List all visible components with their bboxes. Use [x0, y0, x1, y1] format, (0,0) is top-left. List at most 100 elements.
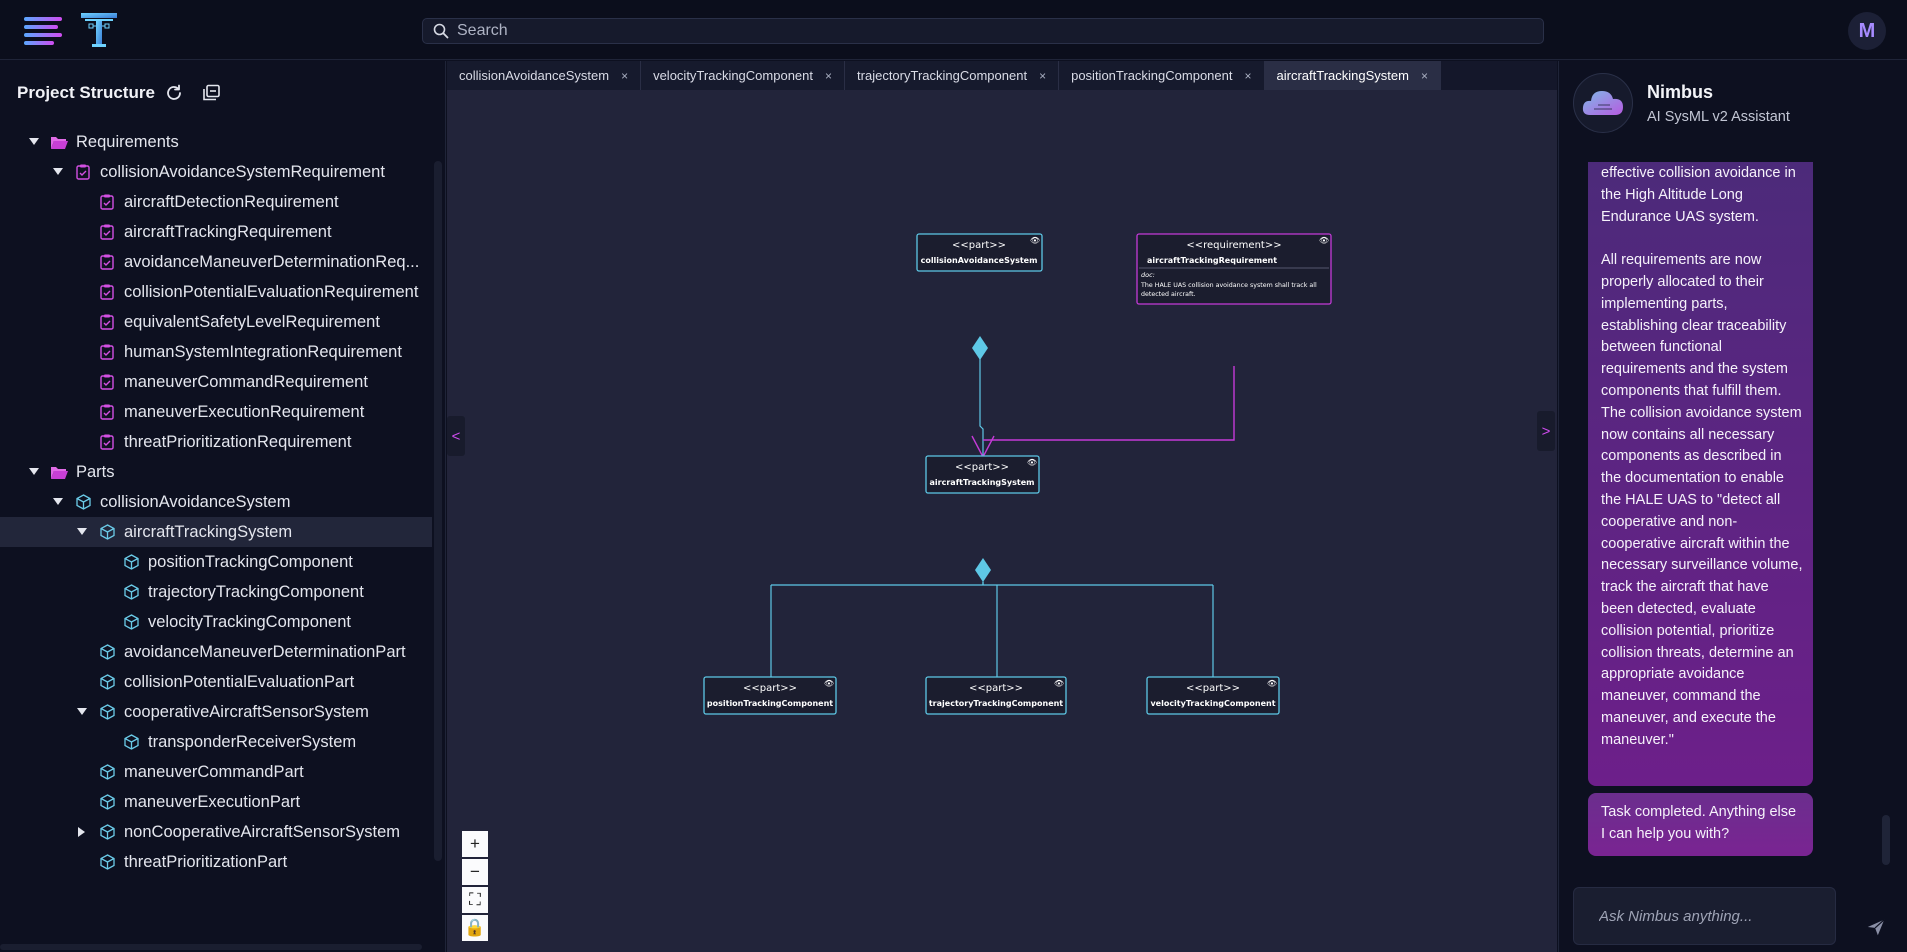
expand-caret-icon[interactable]: [52, 166, 64, 178]
diagram-canvas[interactable]: <<part>> collisionAvoidanceSystem 👁 <<re…: [447, 61, 1557, 952]
diagram-svg[interactable]: <<part>> collisionAvoidanceSystem 👁 <<re…: [447, 61, 1557, 952]
tree-item[interactable]: humanSystemIntegrationRequirement: [0, 337, 432, 367]
folder-open-icon: [50, 463, 68, 481]
tree-item-label: cooperativeAircraftSensorSystem: [124, 702, 369, 721]
tree-item[interactable]: transponderReceiverSystem: [0, 727, 432, 757]
user-avatar[interactable]: M: [1848, 12, 1886, 50]
tree-item[interactable]: avoidanceManeuverDeterminationPart: [0, 637, 432, 667]
part-cube-icon: [98, 703, 116, 721]
tree-item[interactable]: cooperativeAircraftSensorSystem: [0, 697, 432, 727]
tree-item-label: avoidanceManeuverDeterminationReq...: [124, 252, 420, 271]
tree-item[interactable]: aircraftTrackingRequirement: [0, 217, 432, 247]
refresh-icon[interactable]: [165, 84, 183, 102]
tree-item[interactable]: Requirements: [0, 127, 432, 157]
tree-item[interactable]: maneuverCommandPart: [0, 757, 432, 787]
tree-item[interactable]: threatPrioritizationRequirement: [0, 427, 432, 457]
collapse-all-icon[interactable]: [201, 84, 221, 102]
tab-close-icon[interactable]: ×: [1421, 69, 1428, 83]
node-stereotype: <<requirement>>: [1186, 240, 1281, 251]
tree-horizontal-scrollbar[interactable]: [0, 944, 422, 950]
project-structure-panel: Project Structure Requirements collisionA…: [0, 61, 446, 952]
node-velocityTrackingComponent[interactable]: <<part>> velocityTrackingComponent 👁: [1146, 676, 1280, 715]
final-message-text: Task completed. Anything else I can help…: [1601, 804, 1797, 842]
tree-item[interactable]: Parts: [0, 457, 432, 487]
tree-item[interactable]: aircraftDetectionRequirement: [0, 187, 432, 217]
collapse-right-panel-button[interactable]: >: [1537, 411, 1555, 451]
tree-item-label: positionTrackingComponent: [148, 552, 353, 571]
satisfy-edge: [983, 366, 1235, 441]
collapsed-caret-icon[interactable]: [76, 826, 88, 838]
tree-item[interactable]: equivalentSafetyLevelRequirement: [0, 307, 432, 337]
tree-item-label: aircraftTrackingRequirement: [124, 222, 332, 241]
zoom-in-button[interactable]: +: [462, 831, 488, 857]
tree-vertical-scrollbar[interactable]: [434, 161, 442, 861]
tab-velocityTrackingComponent[interactable]: velocityTrackingComponent ×: [641, 61, 846, 90]
node-trajectoryTrackingComponent[interactable]: <<part>> trajectoryTrackingComponent 👁: [925, 676, 1067, 715]
chat-input[interactable]: [1599, 907, 1835, 925]
tree-item[interactable]: collisionPotentialEvaluationRequirement: [0, 277, 432, 307]
send-icon[interactable]: [1865, 916, 1887, 938]
node-stereotype: <<part>>: [1186, 683, 1240, 694]
eye-icon[interactable]: 👁: [1054, 679, 1064, 688]
eye-icon[interactable]: 👁: [1319, 236, 1329, 245]
project-structure-header: Project Structure: [17, 83, 221, 103]
tree-item[interactable]: nonCooperativeAircraftSensorSystem: [0, 817, 432, 847]
assistant-message-text: effective collision avoidance in the Hig…: [1601, 165, 1803, 748]
tab-close-icon[interactable]: ×: [825, 69, 832, 83]
tree-item[interactable]: maneuverExecutionRequirement: [0, 397, 432, 427]
requirement-clipboard-icon: [74, 163, 92, 181]
fit-view-button[interactable]: ⛶: [462, 887, 488, 913]
tree-item[interactable]: velocityTrackingComponent: [0, 607, 432, 637]
tree-item[interactable]: avoidanceManeuverDeterminationReq...: [0, 247, 432, 277]
node-title: trajectoryTrackingComponent: [929, 699, 1063, 708]
tree-item[interactable]: maneuverExecutionPart: [0, 787, 432, 817]
tree-item[interactable]: threatPrioritizationPart: [0, 847, 432, 877]
folder-open-icon: [50, 133, 68, 151]
tab-close-icon[interactable]: ×: [621, 69, 628, 83]
expand-caret-icon[interactable]: [52, 496, 64, 508]
expand-caret-icon[interactable]: [28, 466, 40, 478]
expand-caret-icon[interactable]: [28, 136, 40, 148]
tree-item[interactable]: collisionAvoidanceSystemRequirement: [0, 157, 432, 187]
panel-title: Project Structure: [17, 83, 155, 102]
node-aircraftTrackingSystem[interactable]: <<part>> aircraftTrackingSystem 👁: [925, 455, 1040, 494]
tab-close-icon[interactable]: ×: [1244, 69, 1251, 83]
requirement-clipboard-icon: [98, 373, 116, 391]
tree-item[interactable]: collisionPotentialEvaluationPart: [0, 667, 432, 697]
search-bar[interactable]: [422, 18, 1544, 44]
part-cube-icon: [98, 823, 116, 841]
tree-item[interactable]: trajectoryTrackingComponent: [0, 577, 432, 607]
tree-item[interactable]: positionTrackingComponent: [0, 547, 432, 577]
eye-icon[interactable]: 👁: [824, 679, 834, 688]
eye-icon[interactable]: 👁: [1267, 679, 1277, 688]
zoom-out-button[interactable]: −: [462, 859, 488, 885]
eye-icon[interactable]: 👁: [1027, 458, 1037, 467]
requirement-clipboard-icon: [98, 343, 116, 361]
part-cube-icon: [122, 613, 140, 631]
eye-icon[interactable]: 👁: [1030, 236, 1040, 245]
tab-trajectoryTrackingComponent[interactable]: trajectoryTrackingComponent ×: [845, 61, 1060, 90]
lock-button[interactable]: 🔒: [462, 915, 488, 941]
tab-collisionAvoidanceSystem[interactable]: collisionAvoidanceSystem ×: [447, 61, 642, 90]
composition-diamond-cas: [972, 336, 988, 360]
tab-positionTrackingComponent[interactable]: positionTrackingComponent ×: [1059, 61, 1265, 90]
tree-item-label: nonCooperativeAircraftSensorSystem: [124, 822, 401, 841]
menu-icon[interactable]: [24, 16, 62, 46]
tree-item[interactable]: maneuverCommandRequirement: [0, 367, 432, 397]
project-tree: Requirements collisionAvoidanceSystemRequ…: [0, 127, 432, 877]
expand-caret-icon[interactable]: [76, 706, 88, 718]
search-input[interactable]: [457, 22, 1543, 40]
node-positionTrackingComponent[interactable]: <<part>> positionTrackingComponent 👁: [703, 676, 837, 715]
assistant-message: effective collision avoidance in the Hig…: [1588, 162, 1813, 786]
node-aircraftTrackingRequirement[interactable]: <<requirement>> aircraftTrackingRequirem…: [1136, 233, 1332, 305]
collapse-left-panel-button[interactable]: <: [447, 416, 465, 456]
chat-scrollbar[interactable]: [1882, 815, 1890, 865]
node-collisionAvoidanceSystem[interactable]: <<part>> collisionAvoidanceSystem 👁: [916, 233, 1043, 272]
tree-item[interactable]: aircraftTrackingSystem: [0, 517, 432, 547]
tree-item[interactable]: collisionAvoidanceSystem: [0, 487, 432, 517]
chat-input-box[interactable]: [1573, 887, 1836, 945]
expand-caret-icon[interactable]: [76, 526, 88, 538]
diagram-tabs: collisionAvoidanceSystem × velocityTrackin…: [447, 61, 1557, 90]
tab-close-icon[interactable]: ×: [1039, 69, 1046, 83]
tab-aircraftTrackingSystem[interactable]: aircraftTrackingSystem ×: [1264, 61, 1441, 90]
